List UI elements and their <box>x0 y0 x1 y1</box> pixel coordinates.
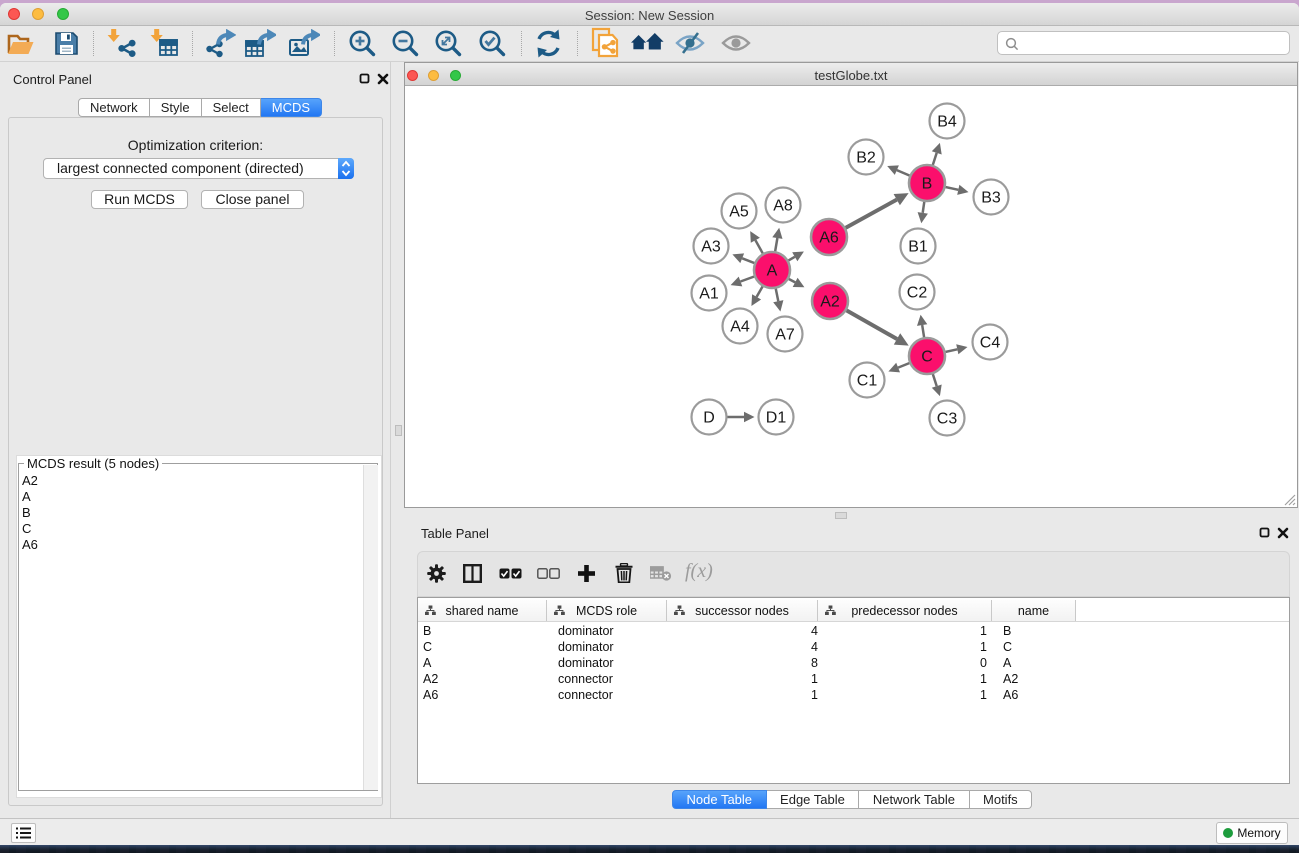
svg-text:A8: A8 <box>773 198 793 215</box>
svg-text:C1: C1 <box>857 373 878 390</box>
svg-text:A: A <box>767 263 778 280</box>
svg-text:A3: A3 <box>701 239 721 256</box>
svg-text:B: B <box>922 176 933 193</box>
svg-text:B3: B3 <box>981 190 1001 207</box>
svg-text:D: D <box>703 410 715 427</box>
svg-text:C4: C4 <box>980 335 1001 352</box>
svg-text:C: C <box>921 349 933 366</box>
svg-text:A5: A5 <box>729 204 749 221</box>
svg-text:A7: A7 <box>775 327 795 344</box>
svg-text:A2: A2 <box>820 294 840 311</box>
svg-text:A6: A6 <box>819 230 839 247</box>
svg-text:D1: D1 <box>766 410 787 427</box>
svg-text:A1: A1 <box>699 286 719 303</box>
svg-text:B2: B2 <box>856 150 876 167</box>
svg-text:A4: A4 <box>730 319 750 336</box>
svg-text:B4: B4 <box>937 114 957 131</box>
svg-text:C2: C2 <box>907 285 928 302</box>
svg-text:B1: B1 <box>908 239 928 256</box>
svg-text:C3: C3 <box>937 411 958 428</box>
